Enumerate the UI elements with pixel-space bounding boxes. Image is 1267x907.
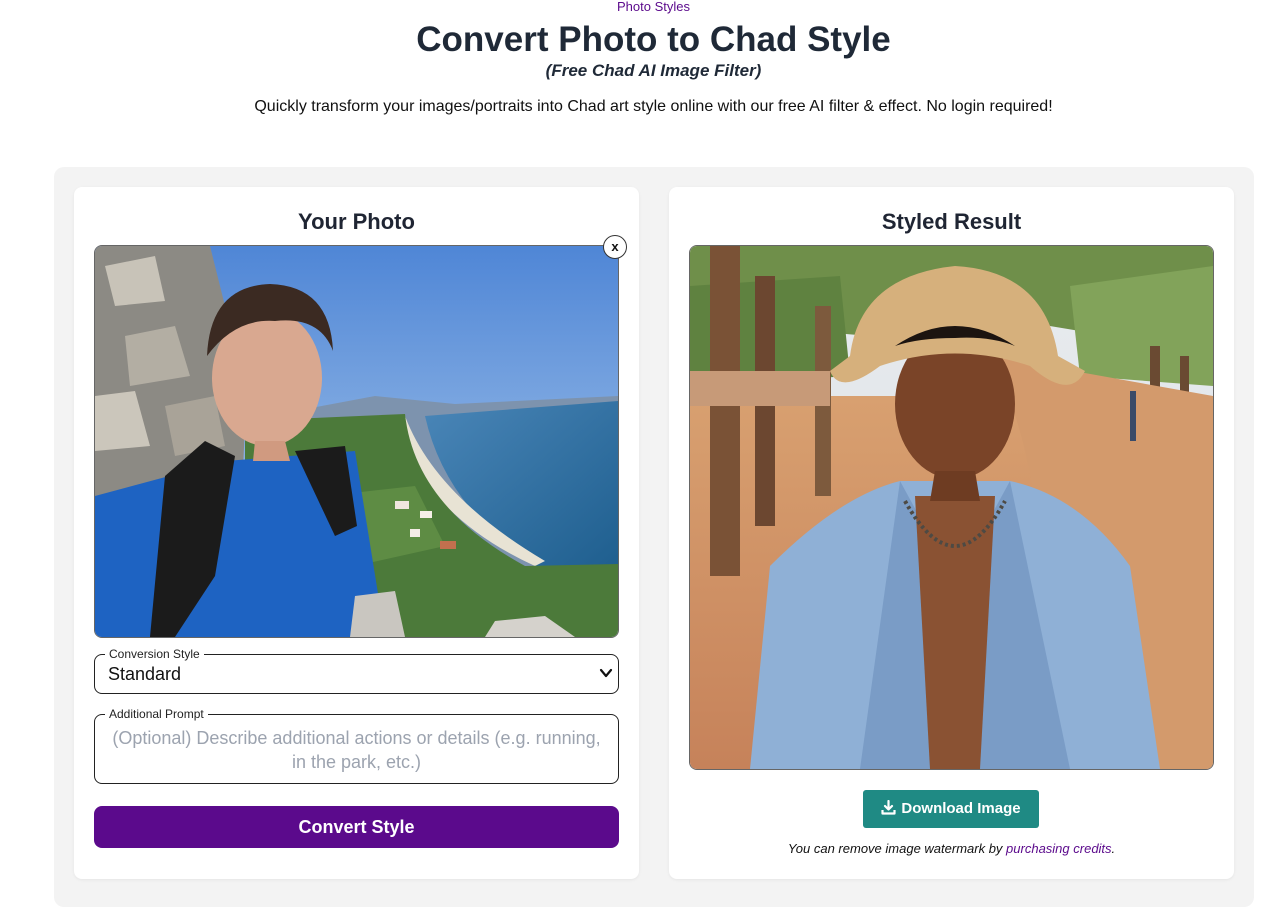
download-icon: [881, 800, 897, 815]
conversion-style-label: Conversion Style: [105, 647, 204, 661]
remove-photo-button[interactable]: x: [603, 235, 627, 259]
additional-prompt-field[interactable]: Additional Prompt (Optional) Describe ad…: [94, 707, 619, 784]
watermark-note-text: You can remove image watermark by: [787, 841, 1007, 856]
input-panel: Your Photo x Conversion Style Standard A…: [74, 187, 639, 879]
result-panel: Styled Result Download Image You can rem…: [669, 187, 1234, 879]
purchase-credits-link[interactable]: purchasing credits: [1006, 841, 1112, 856]
close-icon: x: [611, 239, 619, 254]
watermark-note-suffix: .: [1111, 841, 1116, 856]
styled-result-photo: [690, 246, 1213, 769]
page-subtitle: (Free Chad AI Image Filter): [545, 61, 762, 80]
uploaded-photo: [94, 245, 619, 638]
watermark-note: You can remove image watermark by purcha…: [669, 841, 1234, 856]
additional-prompt-placeholder: (Optional) Describe additional actions o…: [112, 728, 601, 772]
convert-style-button[interactable]: Convert Style: [94, 806, 619, 848]
page-title: Convert Photo to Chad Style: [416, 20, 891, 59]
page-description: Quickly transform your images/portraits …: [254, 98, 1053, 115]
result-panel-title: Styled Result: [881, 209, 1022, 234]
styled-result-image: [689, 245, 1214, 770]
breadcrumb-photo-styles[interactable]: Photo Styles: [0, 0, 1267, 14]
conversion-style-select[interactable]: Conversion Style Standard: [94, 647, 619, 694]
conversion-style-value: Standard: [108, 664, 182, 684]
download-image-button[interactable]: Download Image: [863, 790, 1039, 828]
additional-prompt-label: Additional Prompt: [105, 707, 208, 721]
input-panel-title: Your Photo: [298, 209, 415, 234]
chevron-down-icon: [599, 668, 613, 678]
download-image-label: Download Image: [901, 800, 1021, 817]
uploaded-photo-image: [95, 246, 618, 637]
